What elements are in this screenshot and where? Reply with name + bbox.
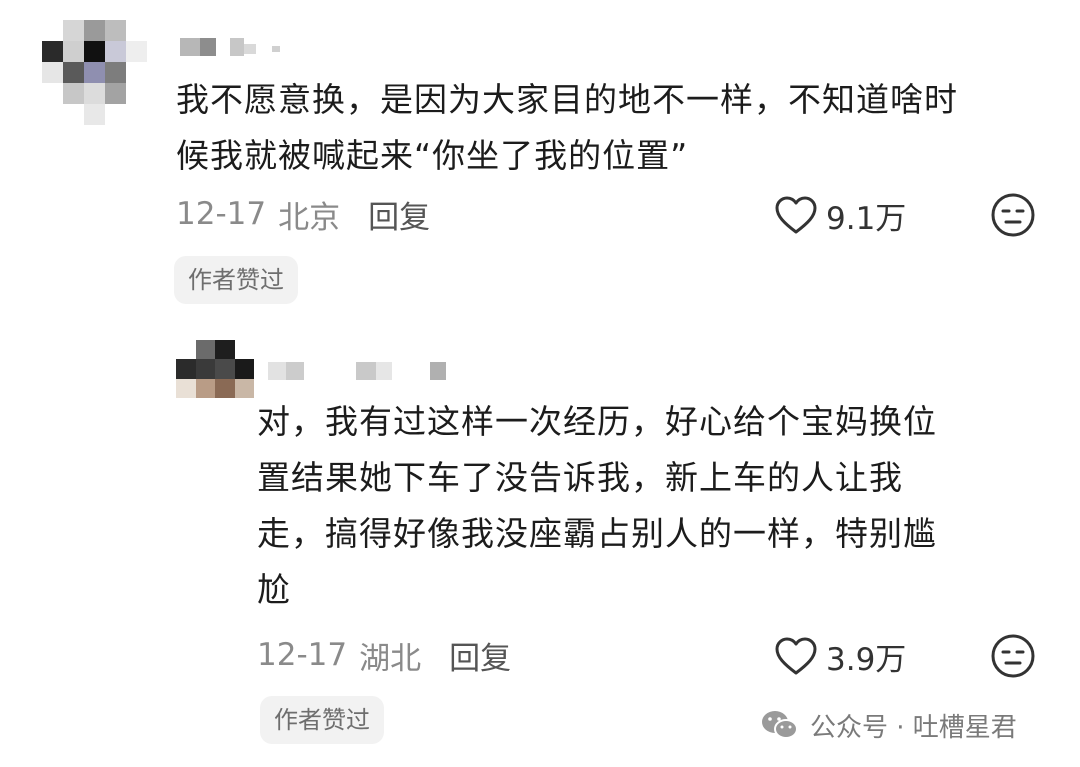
comment-location: 北京: [278, 199, 341, 236]
avatar[interactable]: [176, 340, 254, 398]
comment-location: 湖北: [359, 640, 422, 677]
like-count: 3.9万: [826, 641, 907, 678]
reply-button[interactable]: 回复: [368, 192, 430, 237]
author-liked-badge: 作者赞过: [174, 256, 298, 304]
neutral-face-icon: [991, 634, 1035, 678]
like-button[interactable]: 3.9万: [774, 633, 906, 679]
comment-text: 对，我有过这样一次经历，好心给个宝妈换位 置结果她下车了没告诉我，新上车的人让我…: [257, 402, 937, 609]
comment-date: 12-17: [257, 637, 348, 673]
emoji-reaction-button[interactable]: [990, 192, 1036, 238]
heart-outline-icon: [775, 196, 817, 234]
avatar[interactable]: [42, 20, 147, 125]
reply-button[interactable]: 回复: [449, 633, 511, 678]
emoji-reaction-button[interactable]: [990, 633, 1036, 679]
wechat-icon: [762, 711, 798, 739]
author-liked-badge: 作者赞过: [260, 696, 384, 744]
watermark: 公众号 · 吐槽星君: [760, 705, 1017, 745]
comment-text: 我不愿意换，是因为大家目的地不一样，不知道啥时 候我就被喊起来“你坐了我的位置”: [176, 80, 958, 175]
comment-meta: 12-17 湖北 回复: [257, 633, 511, 677]
like-button[interactable]: 9.1万: [774, 192, 906, 238]
comment-meta: 12-17 北京 回复: [176, 192, 430, 236]
neutral-face-icon: [991, 193, 1035, 237]
like-count: 9.1万: [826, 200, 907, 237]
comment-date: 12-17: [176, 196, 267, 232]
watermark-text: 公众号 · 吐槽星君: [810, 712, 1017, 743]
heart-outline-icon: [775, 637, 817, 675]
